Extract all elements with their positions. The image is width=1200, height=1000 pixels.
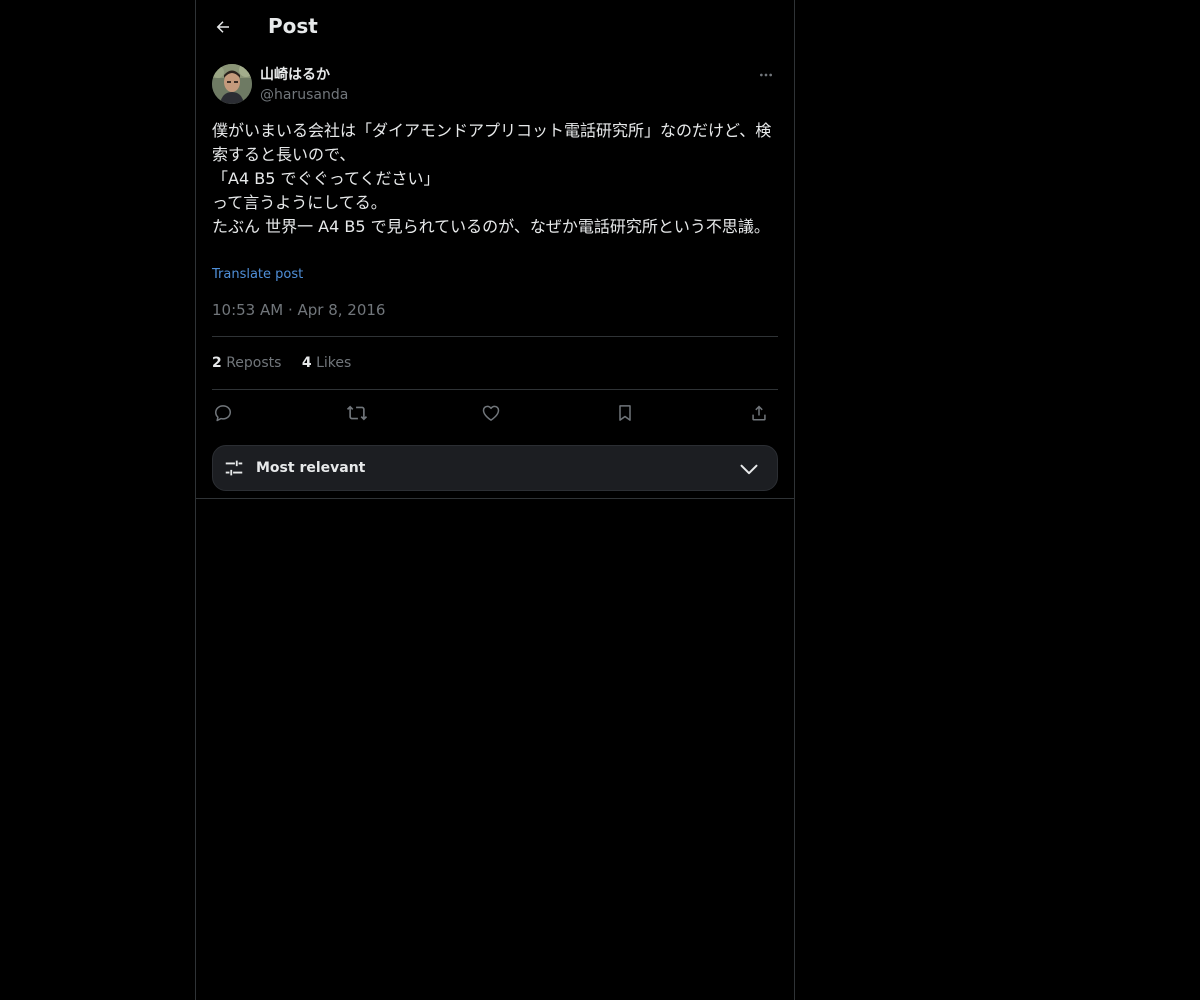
likes-stat[interactable]: 4 Likes bbox=[302, 353, 351, 373]
arrow-left-icon bbox=[216, 21, 229, 33]
share-icon bbox=[752, 405, 766, 421]
avatar[interactable] bbox=[212, 64, 252, 104]
avatar-image bbox=[212, 64, 252, 104]
share-button[interactable] bbox=[746, 400, 772, 426]
author-name[interactable]: 山崎はるか bbox=[260, 66, 330, 84]
repost-icon bbox=[346, 405, 368, 421]
sort-label: Most relevant bbox=[256, 460, 366, 476]
reposts-label: Reposts bbox=[226, 355, 282, 371]
chevron-down-icon bbox=[740, 464, 758, 475]
like-button[interactable] bbox=[478, 400, 504, 426]
sliders-icon bbox=[225, 460, 243, 476]
section-divider bbox=[196, 498, 794, 499]
more-horizontal-icon bbox=[760, 73, 772, 77]
post-timestamp[interactable]: 10:53 AM · Apr 8, 2016 bbox=[212, 300, 385, 320]
engagement-stats: 2 Reposts 4 Likes bbox=[212, 353, 367, 373]
bookmark-icon bbox=[619, 405, 631, 421]
like-icon bbox=[482, 405, 500, 421]
divider bbox=[212, 389, 778, 390]
translate-post-link[interactable]: Translate post bbox=[212, 266, 303, 284]
page-title: Post bbox=[268, 14, 318, 38]
reply-button[interactable] bbox=[210, 400, 236, 426]
repost-button[interactable] bbox=[344, 400, 370, 426]
back-button[interactable] bbox=[210, 14, 236, 40]
main-column: Post 山崎はるか @harusanda 僕がいまいる会社は「ダイアモンドアプ… bbox=[195, 0, 795, 1000]
author-handle[interactable]: @harusanda bbox=[260, 86, 348, 104]
divider bbox=[212, 336, 778, 337]
likes-label: Likes bbox=[316, 355, 352, 371]
more-options-button[interactable] bbox=[754, 64, 778, 86]
reply-icon bbox=[215, 405, 231, 422]
action-bar bbox=[212, 400, 778, 426]
post-text: 僕がいまいる会社は「ダイアモンドアプリコット電話研究所」なのだけど、検索すると長… bbox=[212, 121, 772, 236]
reply-sort-dropdown[interactable]: Most relevant bbox=[212, 445, 778, 491]
likes-count: 4 bbox=[301, 355, 312, 371]
page-header: Post bbox=[196, 0, 794, 53]
reposts-count: 2 bbox=[212, 355, 222, 371]
reposts-stat[interactable]: 2 Reposts bbox=[212, 353, 281, 373]
bookmark-button[interactable] bbox=[612, 400, 638, 426]
